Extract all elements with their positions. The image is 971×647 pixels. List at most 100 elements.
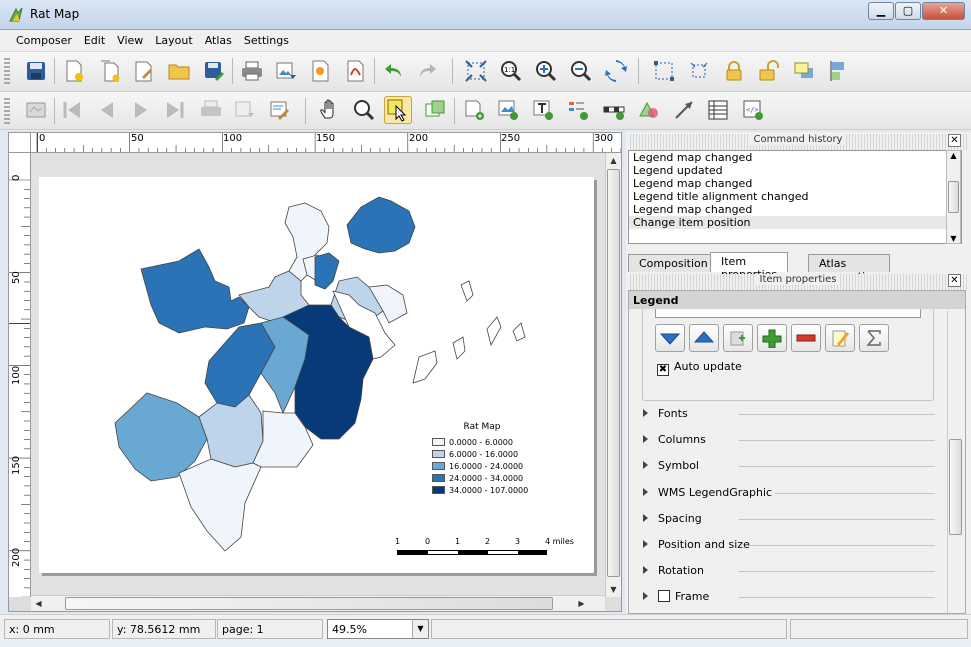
new-composer-button[interactable]	[60, 57, 88, 85]
tab-composition[interactable]: Composition	[628, 254, 719, 272]
zoom-select[interactable]: 49.5% ▼	[327, 619, 429, 639]
section-rotation[interactable]: Rotation	[643, 564, 935, 578]
history-item[interactable]: Legend updated	[629, 164, 961, 177]
history-item-selected[interactable]: Change item position	[629, 216, 961, 229]
section-fonts[interactable]: Fonts	[643, 407, 935, 421]
add-html-frame-button[interactable]: </>	[739, 96, 767, 124]
chevron-down-icon[interactable]: ▼	[412, 620, 428, 638]
move-down-button[interactable]	[655, 324, 685, 352]
move-content-tool-button[interactable]	[421, 96, 449, 124]
menu-atlas[interactable]: Atlas	[199, 30, 238, 47]
section-wms-legendgraphic[interactable]: WMS LegendGraphic	[643, 486, 935, 500]
toolbar-grip[interactable]	[4, 98, 10, 124]
add-scalebar-button[interactable]	[600, 96, 628, 124]
section-spacing[interactable]: Spacing	[643, 512, 935, 526]
add-map-button[interactable]	[460, 96, 488, 124]
add-image-button[interactable]	[494, 96, 522, 124]
history-scrollbar[interactable]: ▲ ▼	[946, 150, 961, 244]
group-items-button[interactable]	[650, 57, 678, 85]
load-template-button[interactable]	[165, 57, 193, 85]
move-up-button[interactable]	[689, 324, 719, 352]
map-item[interactable]	[39, 177, 594, 573]
save-project-button[interactable]	[22, 57, 50, 85]
menu-layout[interactable]: Layout	[149, 30, 198, 47]
duplicate-composer-button[interactable]	[96, 57, 124, 85]
section-frame[interactable]: Frame	[643, 590, 935, 604]
tab-atlas-generation[interactable]: Atlas generation	[808, 254, 890, 283]
maximize-button[interactable]: ▢	[895, 2, 921, 20]
align-items-button[interactable]	[826, 57, 854, 85]
save-template-button[interactable]	[200, 57, 228, 85]
select-move-tool-button[interactable]	[384, 96, 412, 124]
history-item[interactable]: Legend map changed	[629, 203, 961, 216]
section-symbol[interactable]: Symbol	[643, 459, 935, 473]
last-feature-button[interactable]	[161, 96, 189, 124]
refresh-view-button[interactable]	[602, 57, 630, 85]
zoom-in-button[interactable]	[532, 57, 560, 85]
scalebar-item[interactable]: 1 0 1 2 3 4 miles	[395, 537, 585, 559]
canvas-vertical-scrollbar[interactable]: ▲ ▼	[605, 153, 621, 597]
composer-manager-button[interactable]	[130, 57, 158, 85]
composer-viewport[interactable]: Rat Map 0.0000 - 6.0000 6.0000 - 16.0000 1…	[31, 153, 605, 597]
export-svg-button[interactable]	[307, 57, 335, 85]
add-shape-button[interactable]	[635, 96, 663, 124]
command-history-list[interactable]: Legend map changed Legend updated Legend…	[628, 150, 962, 244]
toolbar-grip[interactable]	[4, 58, 10, 84]
scroll-right-arrow[interactable]: ▶	[574, 596, 589, 611]
atlas-settings-button[interactable]	[266, 96, 294, 124]
previous-feature-button[interactable]	[93, 96, 121, 124]
atlas-preview-button[interactable]	[22, 96, 50, 124]
scroll-thumb[interactable]	[65, 597, 553, 610]
composition-page[interactable]: Rat Map 0.0000 - 6.0000 6.0000 - 16.0000 1…	[39, 177, 594, 573]
history-item[interactable]: Legend map changed	[629, 177, 961, 190]
export-pdf-button[interactable]	[342, 57, 370, 85]
add-legend-button[interactable]	[564, 96, 592, 124]
ungroup-items-button[interactable]	[685, 57, 713, 85]
edit-item-button[interactable]	[825, 324, 855, 352]
scroll-thumb[interactable]	[949, 439, 962, 535]
scroll-down-arrow[interactable]: ▼	[947, 234, 960, 243]
export-atlas-button[interactable]	[231, 96, 259, 124]
zoom-tool-button[interactable]	[350, 96, 378, 124]
undo-button[interactable]	[380, 57, 408, 85]
history-item[interactable]: Legend map changed	[629, 151, 961, 164]
scroll-up-arrow[interactable]: ▲	[947, 151, 960, 160]
scroll-thumb[interactable]	[948, 181, 959, 213]
tab-item-properties[interactable]: Item properties	[710, 252, 789, 281]
add-item-button[interactable]	[757, 324, 787, 352]
next-feature-button[interactable]	[127, 96, 155, 124]
add-arrow-button[interactable]	[670, 96, 698, 124]
section-columns[interactable]: Columns	[643, 433, 935, 447]
legend-item[interactable]: Rat Map 0.0000 - 6.0000 6.0000 - 16.0000 1…	[432, 422, 532, 498]
scroll-left-arrow[interactable]: ◀	[31, 596, 46, 611]
scroll-down-arrow[interactable]: ▼	[606, 582, 621, 597]
auto-update-checkbox[interactable]: ✖ Auto update	[657, 360, 742, 376]
add-label-button[interactable]	[529, 96, 557, 124]
canvas-horizontal-scrollbar[interactable]: ◀ ▶	[31, 595, 605, 611]
section-position-and-size[interactable]: Position and size	[643, 538, 935, 552]
print-atlas-button[interactable]	[197, 96, 225, 124]
add-group-button[interactable]	[723, 324, 753, 352]
menu-edit[interactable]: Edit	[78, 30, 111, 47]
scroll-thumb[interactable]	[607, 169, 620, 577]
lock-items-button[interactable]	[720, 57, 748, 85]
add-attribute-table-button[interactable]	[704, 96, 732, 124]
minimize-button[interactable]: ▁	[868, 2, 894, 20]
scroll-up-arrow[interactable]: ▲	[606, 153, 621, 168]
zoom-out-button[interactable]	[567, 57, 595, 85]
history-item[interactable]: Legend title alignment changed	[629, 190, 961, 203]
panel-scrollbar[interactable]	[947, 311, 963, 613]
unlock-items-button[interactable]	[755, 57, 783, 85]
pan-tool-button[interactable]	[315, 96, 343, 124]
close-icon[interactable]: ✕	[948, 134, 961, 147]
first-feature-button[interactable]	[58, 96, 86, 124]
zoom-full-button[interactable]	[462, 57, 490, 85]
zoom-100-button[interactable]: 1:1	[497, 57, 525, 85]
legend-filter-input[interactable]	[655, 309, 921, 318]
close-button[interactable]: ✕	[922, 2, 965, 20]
menu-view[interactable]: View	[111, 30, 149, 47]
remove-item-button[interactable]	[791, 324, 821, 352]
menu-composer[interactable]: Composer	[10, 30, 78, 47]
export-image-button[interactable]	[272, 57, 300, 85]
frame-checkbox[interactable]	[658, 590, 670, 603]
